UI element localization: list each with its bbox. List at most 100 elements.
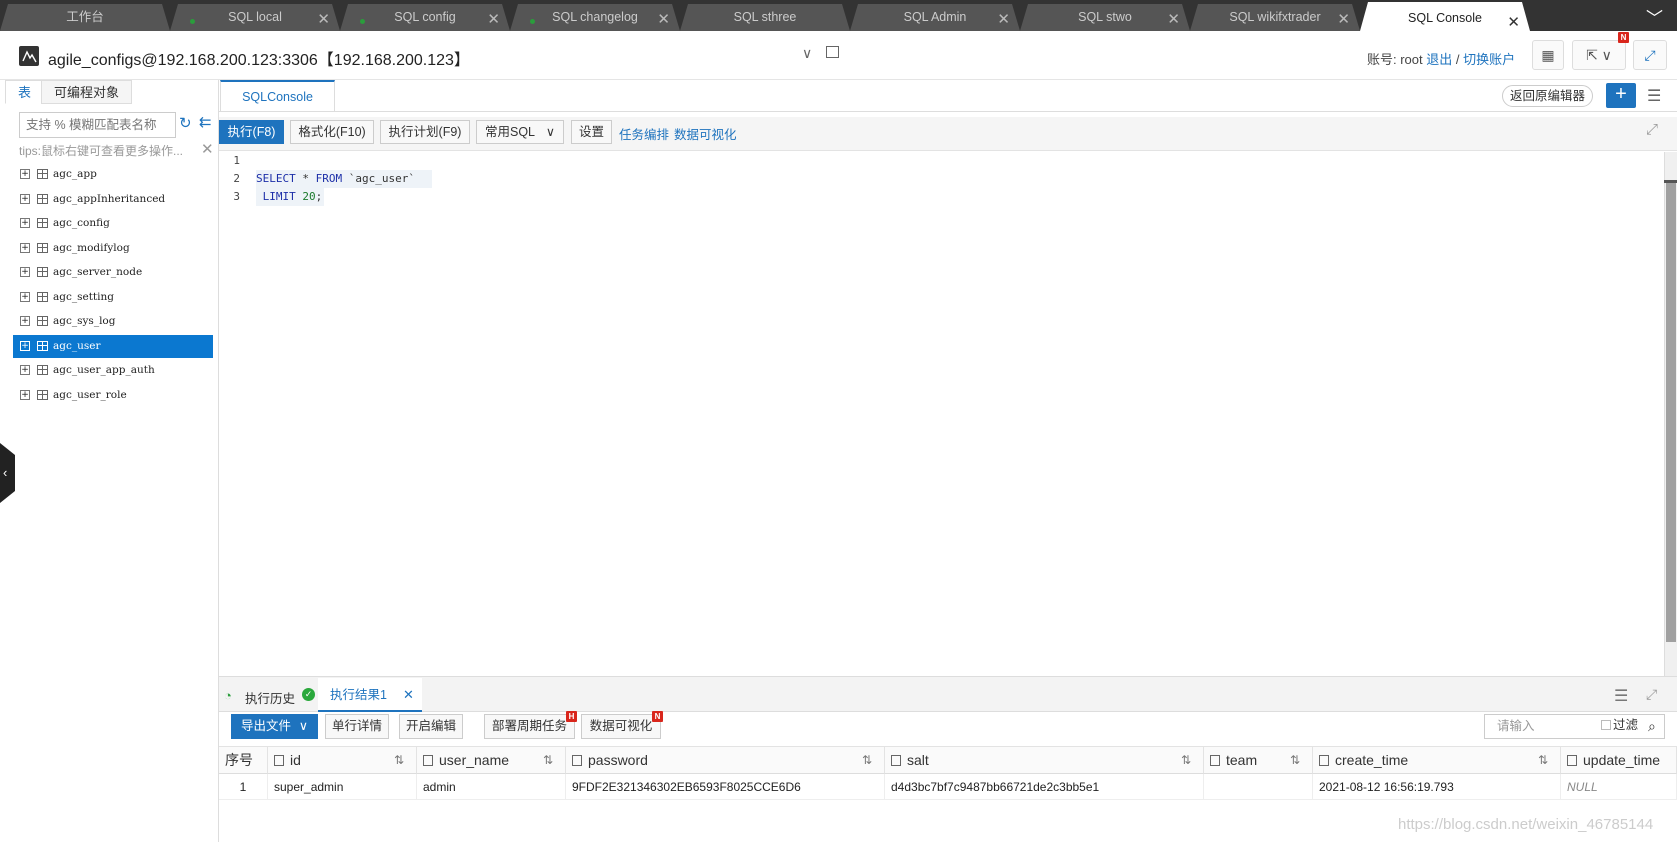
code-line-2[interactable]: SELECT * FROM `agc_user` (256, 170, 432, 188)
table-cell[interactable]: d4d3bc7bf7c9487bb66721de2c3bb5e1 (885, 774, 1204, 800)
tab-sql-console[interactable]: SQL Console ✕ (1360, 2, 1530, 31)
column-header-seq[interactable]: 序号 (219, 746, 268, 774)
expand-plus-icon[interactable]: + (20, 365, 30, 375)
table-cell[interactable]: NULL (1561, 774, 1677, 800)
table-item[interactable]: + agc_user (13, 334, 213, 358)
column-header-user-name[interactable]: user_name ⇅ (417, 746, 566, 774)
close-icon[interactable]: ✕ (997, 6, 1010, 33)
settings-button[interactable]: 设置 (571, 120, 612, 144)
search-icon[interactable]: ⌕ (1648, 718, 1656, 735)
table-item[interactable]: + agc_appInheritanced (13, 188, 213, 211)
tab-sql-changelog[interactable]: SQL changelog ✕ (510, 4, 680, 31)
table-item[interactable]: + agc_modifylog (13, 237, 213, 260)
column-header-salt[interactable]: salt ⇅ (885, 746, 1204, 774)
table-cell[interactable]: 2021-08-12 16:56:19.793 (1313, 774, 1561, 800)
switch-account-link[interactable]: 切换账户 (1463, 52, 1515, 67)
sort-icon[interactable]: ⇅ (1181, 747, 1191, 773)
expand-plus-icon[interactable]: + (20, 169, 30, 179)
sort-icon[interactable]: ⇅ (394, 747, 404, 773)
table-item[interactable]: + agc_user_app_auth (13, 359, 213, 382)
data-visualization-link[interactable]: 数据可视化 (674, 124, 737, 143)
sql-editor[interactable] (220, 152, 1664, 676)
table-cell[interactable]: admin (417, 774, 566, 800)
column-header-create-time[interactable]: create_time ⇅ (1313, 746, 1561, 774)
explain-plan-button[interactable]: 执行计划(F9) (380, 120, 470, 144)
close-icon[interactable]: ✕ (487, 6, 500, 33)
logout-link[interactable]: 退出 (1426, 52, 1452, 67)
table-cell[interactable]: 1 (219, 774, 268, 800)
sort-icon[interactable]: ⇅ (1290, 747, 1300, 773)
menu-icon[interactable]: ☰ (1647, 86, 1661, 106)
task-orchestration-link[interactable]: 任务编排 (619, 124, 669, 143)
fullscreen-button[interactable]: ⤢ (1633, 40, 1667, 70)
tab-workbench[interactable]: 工作台 (0, 4, 170, 31)
table-item[interactable]: + agc_sys_log (13, 310, 213, 333)
column-header-team[interactable]: team ⇅ (1204, 746, 1313, 774)
common-sql-dropdown[interactable]: 常用SQL ∨ (476, 120, 564, 144)
table-search-input[interactable] (19, 112, 176, 138)
column-header-id[interactable]: id ⇅ (268, 746, 417, 774)
scrollbar-thumb[interactable] (1666, 182, 1676, 642)
column-type-icon (274, 755, 284, 766)
close-icon[interactable]: ✕ (1337, 6, 1350, 33)
menu-icon[interactable]: ☰ (1614, 686, 1628, 706)
close-icon[interactable]: ✕ (317, 6, 330, 33)
table-item[interactable]: + agc_server_node (13, 261, 213, 284)
table-item[interactable]: + agc_setting (13, 286, 213, 309)
enable-edit-button[interactable]: 开启编辑 (399, 714, 463, 739)
expand-plus-icon[interactable]: + (20, 316, 30, 326)
expand-icon[interactable]: ⤢ (1646, 686, 1657, 703)
code-line-3[interactable]: LIMIT 20; (256, 188, 324, 206)
sort-icon[interactable]: ⇅ (543, 747, 553, 773)
expand-plus-icon[interactable]: + (20, 389, 30, 400)
tab-label: SQL sthree (733, 10, 797, 24)
table-cell[interactable] (1204, 774, 1313, 800)
tab-sql-config[interactable]: SQL config ✕ (340, 4, 510, 31)
sort-icon[interactable]: ⇅ (862, 747, 872, 773)
column-header-password[interactable]: password ⇅ (566, 746, 885, 774)
tab-sql-local[interactable]: SQL local ✕ (170, 4, 340, 31)
expand-plus-icon[interactable]: + (20, 340, 30, 351)
row-detail-button[interactable]: 单行详情 (325, 714, 389, 739)
table-item[interactable]: + agc_config (13, 212, 213, 235)
add-console-button[interactable]: + (1606, 83, 1636, 108)
tab-sql-sthree[interactable]: SQL sthree (680, 4, 850, 31)
expand-plus-icon[interactable]: + (20, 267, 30, 277)
export-file-button[interactable]: 导出文件 ∨ (231, 714, 318, 739)
tab-execution-history[interactable]: 执行历史 (245, 688, 295, 707)
close-icon[interactable]: ✕ (1167, 6, 1180, 33)
window-restore-icon[interactable] (826, 46, 839, 58)
expand-plus-icon[interactable]: + (20, 242, 30, 253)
list-collapse-icon[interactable]: ⇇ (199, 113, 212, 131)
open-external-button[interactable]: ⇱ ∨ (1572, 40, 1626, 70)
tab-sqlconsole[interactable]: SQLConsole (220, 80, 335, 112)
format-button[interactable]: 格式化(F10) (290, 120, 374, 144)
close-icon[interactable]: ✕ (403, 687, 414, 703)
tab-sql-wikifxtrader[interactable]: SQL wikifxtrader ✕ (1190, 4, 1360, 31)
tab-sql-stwo[interactable]: SQL stwo ✕ (1020, 4, 1190, 31)
table-item[interactable]: + agc_app (13, 163, 213, 186)
tab-programmable-objects[interactable]: 可编程对象 (41, 80, 133, 104)
filter-checkbox[interactable]: 过滤 (1601, 714, 1638, 737)
tab-tables[interactable]: 表 (5, 80, 45, 104)
close-icon[interactable]: ✕ (657, 6, 670, 33)
chevron-down-icon[interactable]: ﹀ (1646, 4, 1663, 29)
deploy-periodic-task-button[interactable]: 部署周期任务 (484, 714, 575, 739)
return-editor-button[interactable]: 返回原编辑器 (1502, 85, 1594, 107)
data-visualization-button[interactable]: 数据可视化 (581, 714, 661, 739)
sort-icon[interactable]: ⇅ (1538, 747, 1548, 773)
column-header-update-time[interactable]: update_time (1561, 746, 1677, 774)
close-icon[interactable]: ✕ (201, 140, 214, 158)
tab-sql-admin[interactable]: SQL Admin ✕ (850, 4, 1020, 31)
expand-plus-icon[interactable]: + (20, 218, 30, 228)
chevron-down-icon[interactable]: ∨ (802, 45, 812, 62)
table-item[interactable]: + agc_user_role (13, 384, 213, 407)
table-view-button[interactable]: ▦ (1532, 40, 1564, 70)
run-button[interactable]: 执行(F8) (219, 120, 284, 144)
table-cell[interactable]: 9FDF2E321346302EB6593F8025CCE6D6 (566, 774, 885, 800)
expand-plus-icon[interactable]: + (20, 291, 30, 302)
table-cell[interactable]: super_admin (268, 774, 417, 800)
expand-plus-icon[interactable]: + (20, 193, 30, 204)
expand-icon[interactable]: ⤢ (1646, 121, 1658, 138)
refresh-icon[interactable]: ↻ (179, 114, 192, 132)
